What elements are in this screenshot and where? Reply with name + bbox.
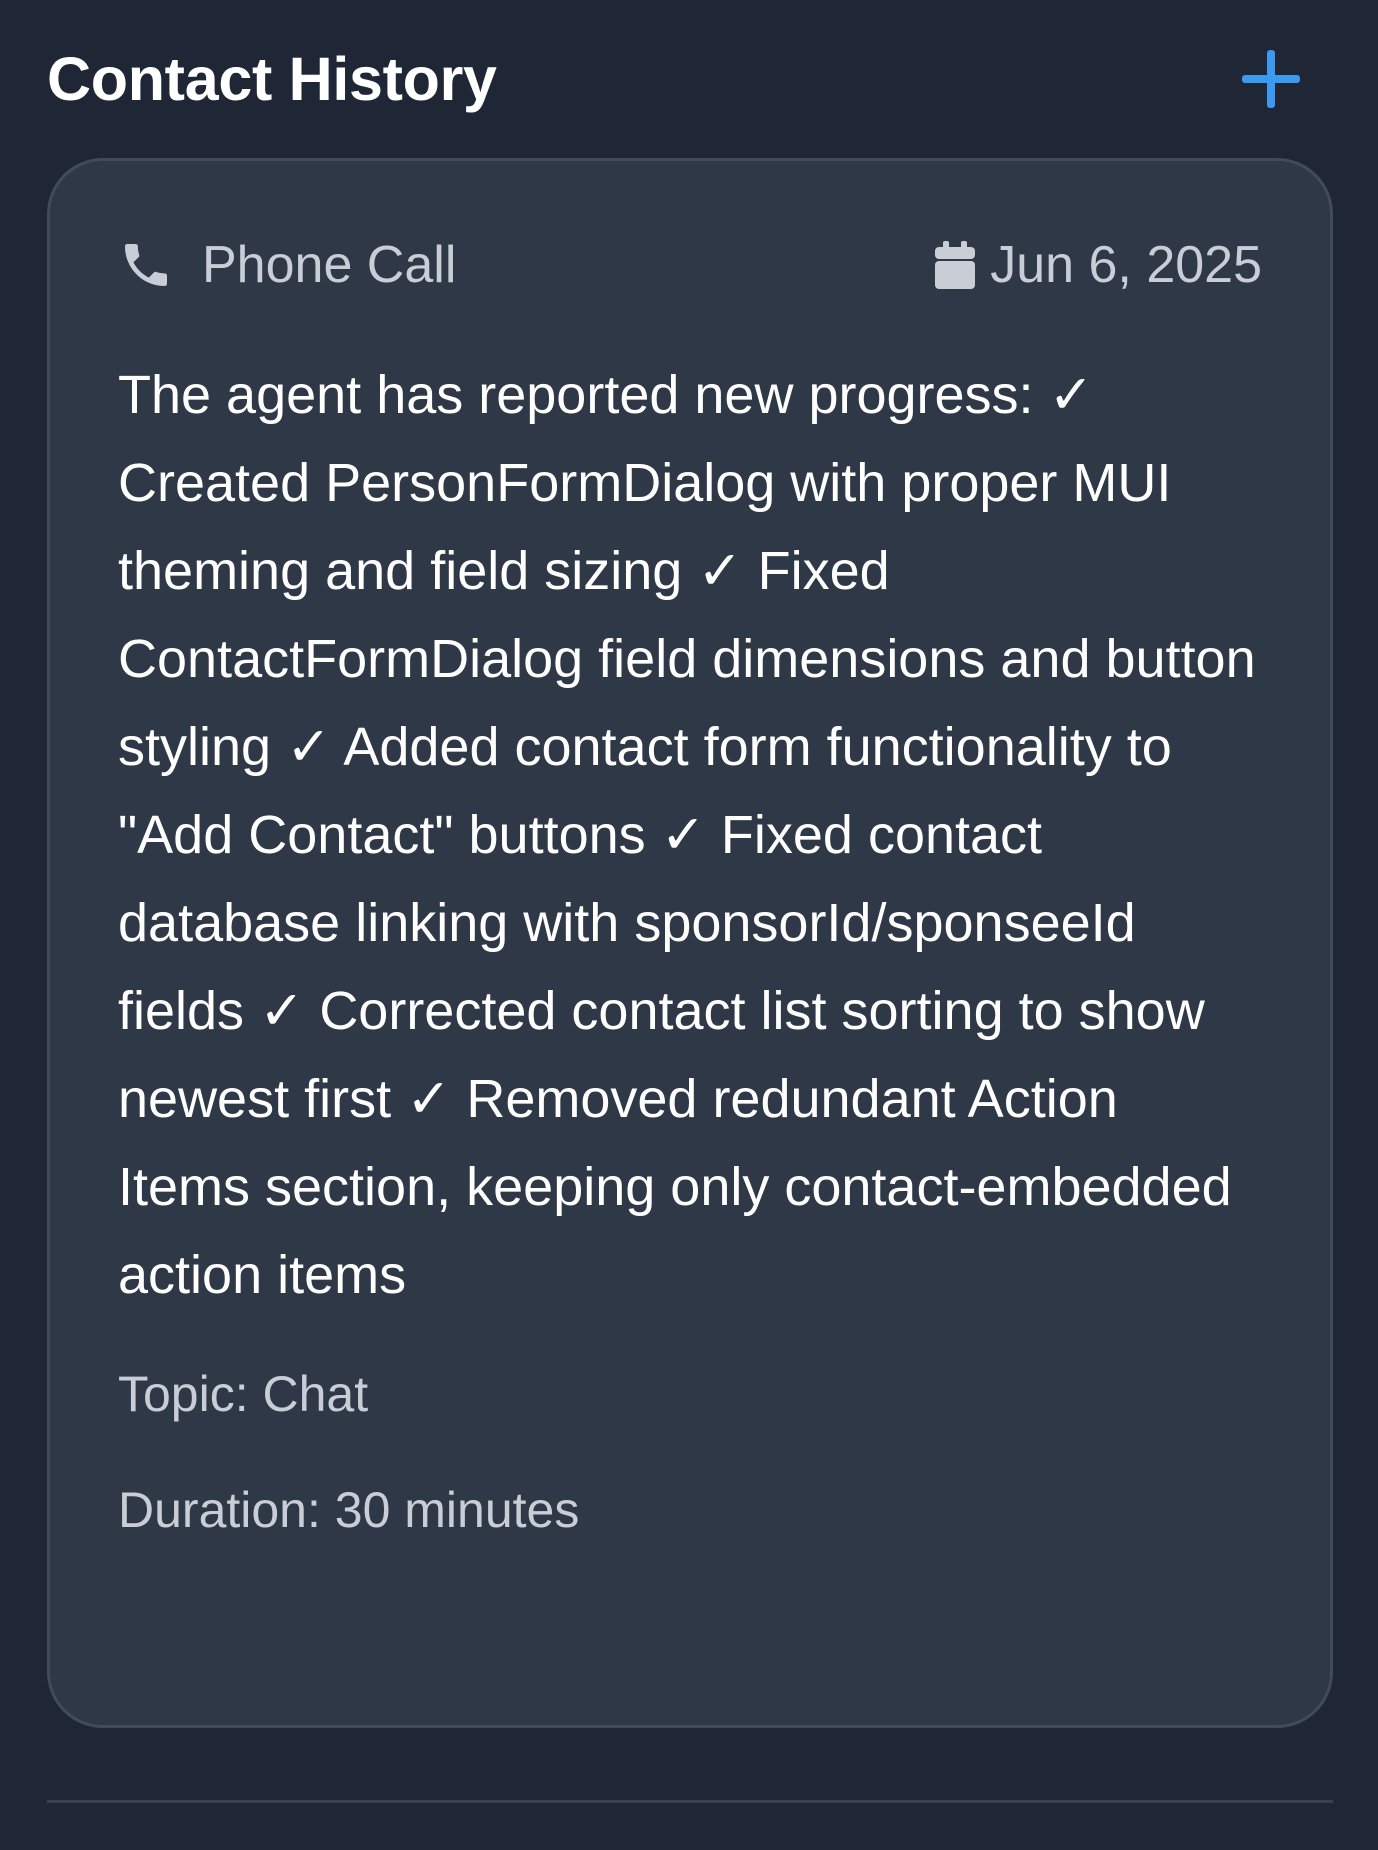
divider xyxy=(47,1800,1333,1803)
panel-title: Contact History xyxy=(47,45,497,113)
calendar-icon xyxy=(935,241,976,289)
contact-card-header: Phone Call Jun 6, 2025 xyxy=(118,231,1262,299)
plus-icon xyxy=(1242,50,1300,108)
contact-card[interactable]: Phone Call Jun 6, 2025 The agent has rep… xyxy=(47,158,1333,1728)
contact-type: Phone Call xyxy=(118,235,456,295)
contact-notes: The agent has reported new progress: ✓ C… xyxy=(118,365,1256,1305)
add-contact-button[interactable] xyxy=(1231,39,1311,119)
contact-date: Jun 6, 2025 xyxy=(934,235,1262,295)
contact-date-label: Jun 6, 2025 xyxy=(990,236,1262,294)
contact-type-label: Phone Call xyxy=(202,236,457,294)
contact-topic: Topic: Chat xyxy=(118,1366,369,1422)
phone-icon xyxy=(125,244,167,286)
panel-header: Contact History xyxy=(47,0,1331,158)
contact-history-panel: Contact History Phone Call Jun 6, 2025 T… xyxy=(0,0,1378,1850)
contact-duration: Duration: 30 minutes xyxy=(118,1482,580,1538)
